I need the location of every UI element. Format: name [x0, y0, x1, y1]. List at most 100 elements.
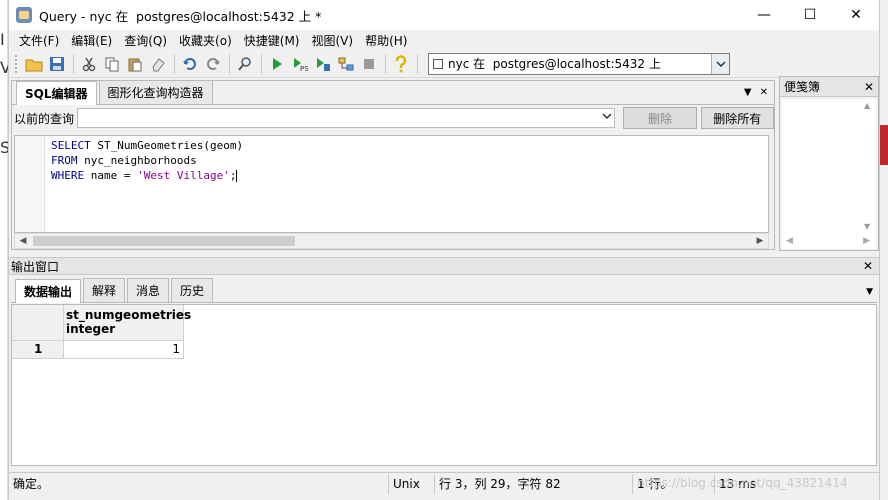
- status-cursor-position: 行 3，列 29，字符 82: [435, 473, 633, 494]
- pane-menu-icon[interactable]: ▼: [744, 87, 752, 98]
- close-icon: ✕: [850, 7, 862, 23]
- help-button[interactable]: [390, 53, 412, 75]
- window-title: Query - nyc 在 postgres@localhost:5432 上 …: [39, 8, 322, 24]
- scratch-pad: 便笺簿 ✕ ▲ ▼ ◀ ▶: [779, 76, 879, 251]
- minimize-button[interactable]: —: [741, 0, 787, 30]
- line-number-gutter: [15, 136, 45, 232]
- stop-icon: [364, 58, 374, 69]
- redo-button[interactable]: [202, 53, 224, 75]
- clear-button[interactable]: [147, 53, 169, 75]
- row-header[interactable]: 1: [12, 341, 64, 359]
- sql-text: nyc_neighborhoods: [77, 154, 197, 167]
- scratch-pad-title: 便笺簿: [784, 80, 821, 94]
- result-grid: st_numgeometries integer 1 1: [11, 304, 877, 466]
- connection-select[interactable]: nyc 在 postgres@localhost:5432 上: [428, 52, 730, 75]
- toolbar: PS nyc 在 postgres@localhost:5432 上: [9, 50, 879, 78]
- menu-edit[interactable]: 编辑(E): [65, 32, 118, 49]
- editor-horizontal-scrollbar[interactable]: ◀ ▶: [14, 233, 769, 249]
- scroll-right-icon[interactable]: ▶: [752, 234, 768, 248]
- menu-view[interactable]: 视图(V): [305, 32, 359, 49]
- help-icon: [395, 54, 407, 72]
- tab-history[interactable]: 历史: [171, 278, 214, 302]
- scrollbar-thumb[interactable]: [33, 236, 295, 246]
- close-icon[interactable]: ✕: [864, 80, 874, 94]
- tab-graphical-query-builder[interactable]: 图形化查询构造器: [98, 80, 213, 104]
- scroll-right-icon[interactable]: ▶: [863, 236, 870, 246]
- pane-menu-icon[interactable]: ▼: [866, 287, 873, 297]
- explain-icon: [338, 57, 354, 70]
- minimize-icon: —: [757, 7, 771, 23]
- explain-button[interactable]: [335, 53, 357, 75]
- sql-string: 'West Village': [137, 169, 230, 182]
- paste-icon: [128, 58, 142, 71]
- scroll-down-icon[interactable]: ▼: [864, 222, 870, 231]
- delete-button[interactable]: 删除: [623, 107, 697, 129]
- output-tabs: 数据输出 解释 消息 历史 ▼: [11, 278, 877, 303]
- sql-keyword: SELECT: [51, 139, 91, 152]
- scroll-left-icon[interactable]: ◀: [15, 234, 31, 248]
- sql-code-editor[interactable]: SELECT ST_NumGeometries(geom) FROM nyc_n…: [14, 135, 769, 233]
- copy-icon: [105, 57, 119, 71]
- undo-button[interactable]: [179, 53, 201, 75]
- cancel-query-button[interactable]: [358, 53, 380, 75]
- menu-macros[interactable]: 快捷键(M): [238, 32, 306, 49]
- cut-button[interactable]: [78, 53, 100, 75]
- tab-explain[interactable]: 解释: [83, 278, 126, 302]
- scratch-horizontal-scrollbar[interactable]: ◀ ▶: [786, 236, 870, 246]
- connection-checkbox-icon: [433, 58, 443, 69]
- paste-button[interactable]: [124, 53, 146, 75]
- execute-pgscript-button[interactable]: PS: [289, 53, 311, 75]
- column-type: integer: [66, 322, 116, 336]
- toolbar-separator: [417, 53, 418, 74]
- sql-code[interactable]: SELECT ST_NumGeometries(geom) FROM nyc_n…: [51, 138, 243, 183]
- toolbar-separator: [229, 53, 230, 74]
- app-icon: [16, 7, 32, 23]
- status-query-time: 13 ms: [719, 476, 757, 491]
- maximize-icon: ☐: [803, 7, 817, 23]
- previous-queries-select[interactable]: [76, 108, 616, 128]
- query-window: Query - nyc 在 postgres@localhost:5432 上 …: [8, 0, 880, 500]
- connection-value: nyc 在 postgres@localhost:5432 上: [448, 57, 661, 71]
- magnifier-icon: [238, 56, 251, 71]
- play-to-file-icon: [317, 57, 330, 71]
- toolbar-separator: [261, 53, 262, 74]
- tab-data-output[interactable]: 数据输出: [15, 279, 82, 303]
- result-cell[interactable]: 1: [64, 341, 184, 359]
- save-icon: [50, 56, 64, 71]
- close-icon[interactable]: ✕: [863, 259, 873, 273]
- find-button[interactable]: [234, 53, 256, 75]
- toolbar-separator: [174, 53, 175, 74]
- maximize-button[interactable]: ☐: [787, 0, 833, 30]
- previous-queries-label: 以前的查询: [14, 111, 75, 126]
- delete-all-button[interactable]: 删除所有: [700, 107, 774, 129]
- toolbar-grip[interactable]: [15, 54, 19, 73]
- status-row-count: 1 行。: [633, 473, 715, 494]
- sql-text: ST_NumGeometries(geom): [90, 139, 244, 152]
- scroll-left-icon[interactable]: ◀: [786, 236, 793, 246]
- sql-keyword: WHERE: [51, 169, 85, 182]
- menu-favourites[interactable]: 收藏夹(o): [173, 32, 238, 49]
- tab-messages[interactable]: 消息: [127, 278, 170, 302]
- scratch-vertical-scrollbar[interactable]: ▲ ▼: [864, 101, 876, 231]
- copy-button[interactable]: [101, 53, 123, 75]
- scratch-pad-header: 便笺簿 ✕: [780, 77, 878, 97]
- chevron-down-icon: [602, 111, 612, 122]
- save-file-button[interactable]: [46, 53, 68, 75]
- menu-file[interactable]: 文件(F): [13, 32, 65, 49]
- scroll-up-icon[interactable]: ▲: [864, 101, 870, 110]
- open-file-button[interactable]: [23, 53, 45, 75]
- column-name: st_numgeometries: [66, 308, 192, 322]
- close-button[interactable]: ✕: [833, 0, 879, 30]
- menu-help[interactable]: 帮助(H): [359, 32, 413, 49]
- tab-sql-editor[interactable]: SQL编辑器: [16, 81, 97, 105]
- execute-button[interactable]: [266, 53, 288, 75]
- execute-to-file-button[interactable]: [312, 53, 334, 75]
- status-bar: 确定。 Unix 行 3，列 29，字符 82 1 行。 13 ms: [9, 472, 879, 494]
- column-header[interactable]: st_numgeometries integer: [64, 305, 192, 341]
- grid-corner[interactable]: [12, 305, 64, 341]
- pane-close-icon[interactable]: ✕: [760, 87, 768, 98]
- chevron-down-icon[interactable]: [711, 53, 729, 74]
- menu-query[interactable]: 查询(Q): [118, 32, 173, 49]
- sql-text: ;: [229, 169, 237, 182]
- scratch-pad-text[interactable]: [782, 99, 876, 249]
